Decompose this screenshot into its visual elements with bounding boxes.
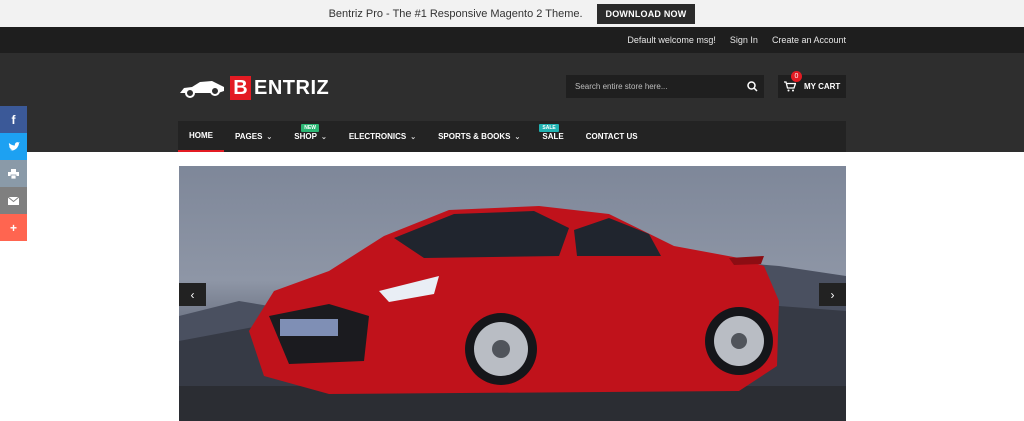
facebook-icon[interactable]: f [0,106,27,133]
nav-item-electronics[interactable]: ELECTRONICS ⌄ [338,121,427,152]
cart-label: MY CART [804,82,841,91]
nav-label: ELECTRONICS [348,132,407,141]
chevron-right-icon: › [830,287,835,302]
create-account-link[interactable]: Create an Account [772,35,846,45]
nav-item-sports-books[interactable]: SPORTS & BOOKS ⌄ [427,121,531,152]
search-input[interactable] [566,75,740,98]
email-icon[interactable] [0,187,27,214]
header: B ENTRIZ 0 MY CART HOME PAGES ⌄ NEW [0,53,1024,152]
nav-label: PAGES [235,132,263,141]
cart-icon [784,81,796,92]
slider-prev-button[interactable]: ‹ [179,283,206,306]
logo[interactable]: B ENTRIZ [178,75,329,101]
top-links: Default welcome msg! Sign In Create an A… [627,27,846,53]
search-icon [746,81,758,92]
twitter-bird-icon [7,141,20,151]
nav-label: SPORTS & BOOKS [438,132,511,141]
car-logo-icon [180,81,224,98]
logo-text: ENTRIZ [254,76,330,99]
search-bar [566,75,764,98]
hero-slider: ‹ › [179,166,846,421]
cart-button[interactable]: 0 MY CART [778,71,846,98]
nav-label: HOME [189,131,213,140]
twitter-icon[interactable] [0,133,27,160]
print-icon[interactable] [0,160,27,187]
cart-count-badge: 0 [791,71,802,82]
top-bar: Default welcome msg! Sign In Create an A… [0,27,1024,53]
nav-item-shop[interactable]: NEW SHOP ⌄ [283,121,338,152]
download-now-button[interactable]: DOWNLOAD NOW [596,3,696,24]
new-badge: NEW [301,124,319,132]
slider-next-button[interactable]: › [819,283,846,306]
logo-letter-badge: B [230,76,251,100]
chevron-down-icon: ⌄ [266,133,273,141]
plus-icon[interactable]: + [0,214,27,241]
hero-car-image [179,206,846,421]
welcome-message: Default welcome msg! [627,35,716,45]
nav-label: CONTACT US [585,132,638,141]
chevron-left-icon: ‹ [190,287,195,302]
search-button[interactable] [740,75,764,98]
nav-item-home[interactable]: HOME [178,121,224,152]
promo-bar: Bentriz Pro - The #1 Responsive Magento … [0,0,1024,27]
sale-badge: SALE [539,124,559,132]
social-share-bar: f + [0,106,27,241]
nav-item-pages[interactable]: PAGES ⌄ [224,121,283,152]
main-nav: HOME PAGES ⌄ NEW SHOP ⌄ ELECTRONICS ⌄ SP… [178,121,846,152]
promo-text: Bentriz Pro - The #1 Responsive Magento … [328,7,583,20]
chevron-down-icon: ⌄ [410,133,417,141]
sign-in-link[interactable]: Sign In [730,35,758,45]
nav-item-sale[interactable]: SALE SALE [531,121,574,152]
chevron-down-icon: ⌄ [514,133,521,141]
envelope-icon [8,196,19,205]
nav-label: SALE [542,132,564,141]
chevron-down-icon: ⌄ [320,133,327,141]
nav-label: SHOP [294,132,317,141]
nav-item-contact-us[interactable]: CONTACT US [575,121,649,152]
printer-icon [8,168,19,179]
